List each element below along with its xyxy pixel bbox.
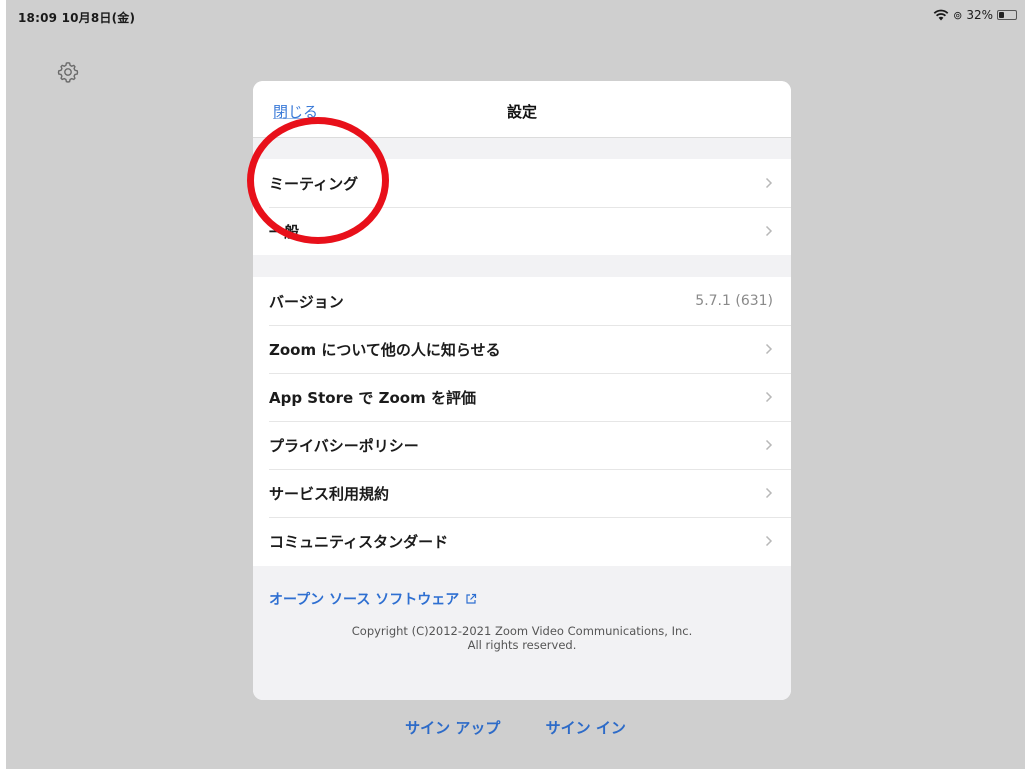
gear-icon[interactable] <box>56 60 80 84</box>
copyright-line: All rights reserved. <box>467 638 577 652</box>
external-link-icon <box>466 593 477 604</box>
chevron-right-icon <box>765 343 773 355</box>
section-spacer <box>253 255 791 277</box>
open-source-label: オープン ソース ソフトウェア <box>269 592 460 608</box>
chevron-right-icon <box>765 177 773 189</box>
row-community-standards[interactable]: コミュニティスタンダード <box>253 517 791 565</box>
copyright-text: Copyright (C)2012-2021 Zoom Video Commun… <box>253 624 791 652</box>
row-label: App Store で Zoom を評価 <box>269 388 476 407</box>
settings-group-about: バージョン 5.7.1 (631) Zoom について他の人に知らせる App … <box>253 277 791 565</box>
modal-footer: オープン ソース ソフトウェア Copyright (C)2012-2021 Z… <box>253 566 791 700</box>
row-tell-others[interactable]: Zoom について他の人に知らせる <box>253 325 791 373</box>
chevron-right-icon <box>765 487 773 499</box>
row-label: バージョン <box>269 292 344 311</box>
row-label: コミュニティスタンダード <box>269 532 449 551</box>
open-source-link[interactable]: オープン ソース ソフトウェア <box>269 589 477 609</box>
section-spacer <box>253 138 791 159</box>
row-rate-app[interactable]: App Store で Zoom を評価 <box>253 373 791 421</box>
chevron-right-icon <box>765 535 773 547</box>
modal-header: 閉じる 設定 <box>253 81 791 138</box>
sign-up-link[interactable]: サイン アップ <box>405 717 500 738</box>
row-label: Zoom について他の人に知らせる <box>269 340 501 359</box>
row-general[interactable]: 一般 <box>253 207 791 255</box>
row-label: ミーティング <box>269 174 359 193</box>
row-label: 一般 <box>269 222 300 241</box>
row-terms-of-service[interactable]: サービス利用規約 <box>253 469 791 517</box>
battery-level <box>999 12 1005 18</box>
orientation-lock-icon: ⊚ <box>953 8 963 22</box>
battery-icon <box>997 10 1017 20</box>
row-privacy-policy[interactable]: プライバシーポリシー <box>253 421 791 469</box>
version-value: 5.7.1 (631) <box>695 293 773 309</box>
chevron-right-icon <box>765 391 773 403</box>
settings-modal: 閉じる 設定 ミーティング 一般 バージョン 5.7.1 (631) Zoom … <box>253 81 791 700</box>
auth-links: サイン アップ サイン イン <box>6 717 1025 738</box>
battery-percent: 32% <box>966 8 993 22</box>
row-label: プライバシーポリシー <box>269 436 419 455</box>
row-version: バージョン 5.7.1 (631) <box>253 277 791 325</box>
chevron-right-icon <box>765 225 773 237</box>
sign-in-link[interactable]: サイン イン <box>546 717 626 738</box>
status-bar: 18:09 10月8日(金) ⊚ 32% <box>6 0 1025 30</box>
status-time: 18:09 10月8日(金) <box>18 11 136 25</box>
chevron-right-icon <box>765 439 773 451</box>
status-indicators: ⊚ 32% <box>933 8 1017 22</box>
copyright-line: Copyright (C)2012-2021 Zoom Video Commun… <box>351 624 693 638</box>
settings-group-primary: ミーティング 一般 <box>253 159 791 255</box>
row-label: サービス利用規約 <box>269 484 390 503</box>
row-meeting[interactable]: ミーティング <box>253 159 791 207</box>
wifi-icon <box>933 9 949 21</box>
modal-title: 設定 <box>506 103 537 121</box>
